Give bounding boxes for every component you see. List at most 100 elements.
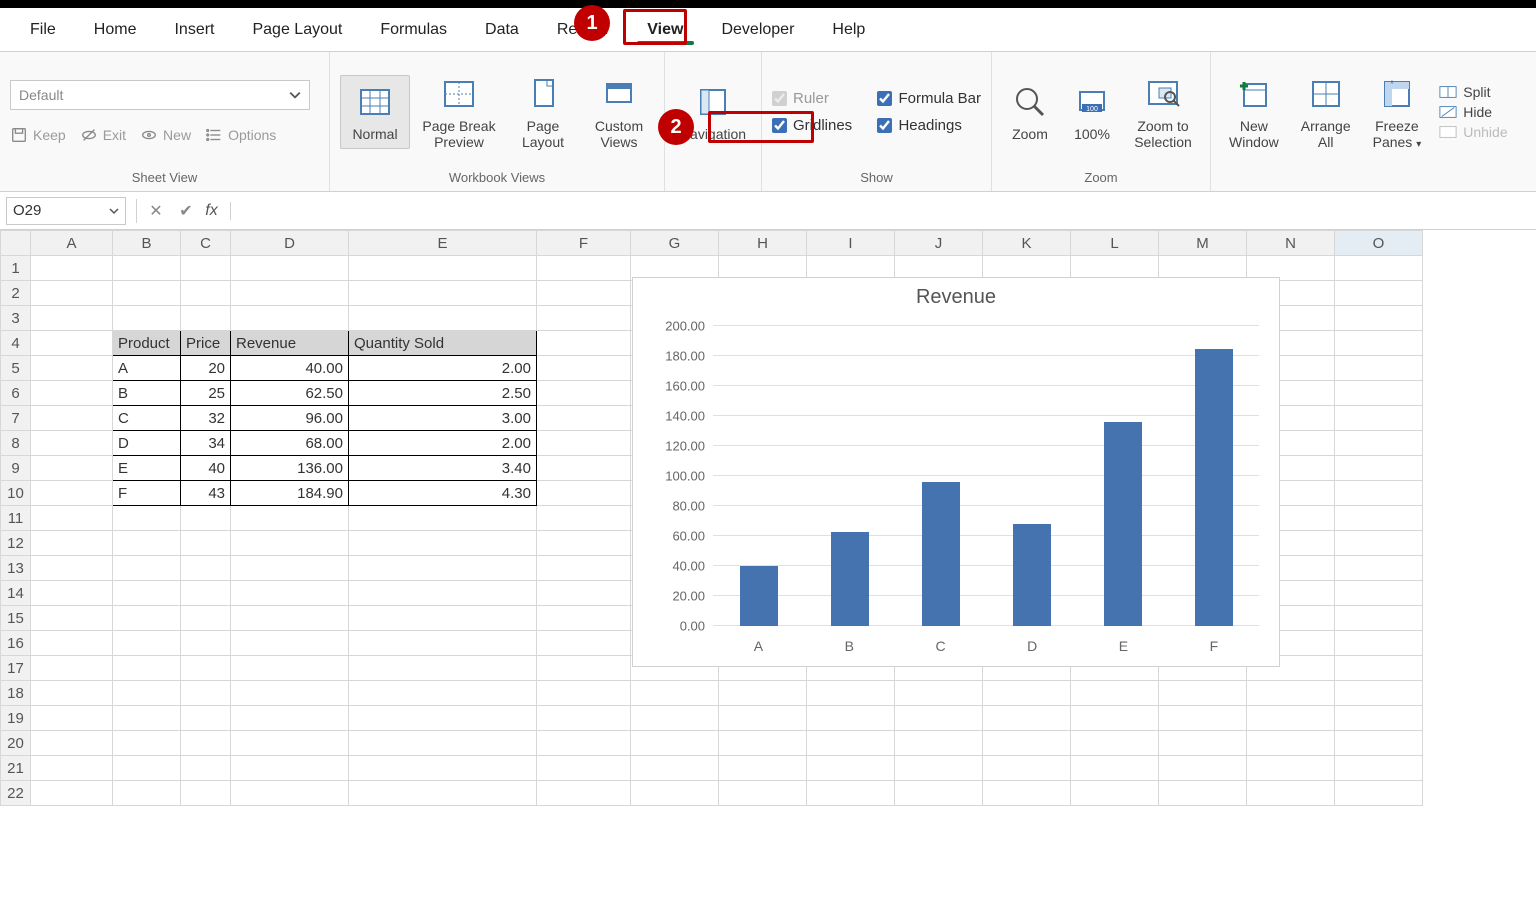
cell-B3[interactable] (113, 306, 181, 331)
cell-O20[interactable] (1335, 731, 1423, 756)
cell-G21[interactable] (631, 756, 719, 781)
cell-B21[interactable] (113, 756, 181, 781)
cell-A15[interactable] (31, 606, 113, 631)
cell-E19[interactable] (349, 706, 537, 731)
cell-N20[interactable] (1247, 731, 1335, 756)
embedded-chart[interactable]: Revenue 0.0020.0040.0060.0080.00100.0012… (632, 277, 1280, 667)
row-header-20[interactable]: 20 (1, 731, 31, 756)
col-header-F[interactable]: F (537, 231, 631, 256)
cell-B13[interactable] (113, 556, 181, 581)
cancel-formula-button[interactable]: ✕ (141, 201, 171, 221)
cell-F17[interactable] (537, 656, 631, 681)
col-header-B[interactable]: B (113, 231, 181, 256)
col-header-M[interactable]: M (1159, 231, 1247, 256)
tab-view[interactable]: View (629, 11, 701, 49)
cell-E3[interactable] (349, 306, 537, 331)
row-header-22[interactable]: 22 (1, 781, 31, 806)
name-box[interactable]: O29 (6, 197, 126, 225)
cell-E12[interactable] (349, 531, 537, 556)
cell-M18[interactable] (1159, 681, 1247, 706)
cell-F4[interactable] (537, 331, 631, 356)
cell-L19[interactable] (1071, 706, 1159, 731)
cell-G20[interactable] (631, 731, 719, 756)
page-break-preview-button[interactable]: Page Break Preview (416, 68, 502, 156)
col-header-I[interactable]: I (807, 231, 895, 256)
sheetview-options-button[interactable]: Options (205, 126, 276, 144)
cell-B8[interactable]: D (113, 431, 181, 456)
cell-J20[interactable] (895, 731, 983, 756)
row-header-9[interactable]: 9 (1, 456, 31, 481)
cell-D4[interactable]: Revenue (231, 331, 349, 356)
cell-D16[interactable] (231, 631, 349, 656)
cell-B19[interactable] (113, 706, 181, 731)
cell-K22[interactable] (983, 781, 1071, 806)
zoom-button[interactable]: Zoom (1002, 76, 1058, 148)
cell-A14[interactable] (31, 581, 113, 606)
cell-D10[interactable]: 184.90 (231, 481, 349, 506)
cell-F2[interactable] (537, 281, 631, 306)
cell-D11[interactable] (231, 506, 349, 531)
sheetview-new-button[interactable]: New (140, 126, 191, 144)
row-header-15[interactable]: 15 (1, 606, 31, 631)
cell-F10[interactable] (537, 481, 631, 506)
cell-B18[interactable] (113, 681, 181, 706)
cell-A4[interactable] (31, 331, 113, 356)
cell-B1[interactable] (113, 256, 181, 281)
tab-page-layout[interactable]: Page Layout (234, 11, 360, 49)
cell-A3[interactable] (31, 306, 113, 331)
col-header-L[interactable]: L (1071, 231, 1159, 256)
cell-L18[interactable] (1071, 681, 1159, 706)
cell-M20[interactable] (1159, 731, 1247, 756)
cell-A10[interactable] (31, 481, 113, 506)
col-header-A[interactable]: A (31, 231, 113, 256)
cell-O11[interactable] (1335, 506, 1423, 531)
cell-B2[interactable] (113, 281, 181, 306)
cell-O14[interactable] (1335, 581, 1423, 606)
cell-N19[interactable] (1247, 706, 1335, 731)
cell-E13[interactable] (349, 556, 537, 581)
cell-D1[interactable] (231, 256, 349, 281)
cell-B6[interactable]: B (113, 381, 181, 406)
worksheet[interactable]: ABCDEFGHIJKLMNO1234ProductPriceRevenueQu… (0, 230, 1536, 806)
cell-O9[interactable] (1335, 456, 1423, 481)
cell-A16[interactable] (31, 631, 113, 656)
row-header-16[interactable]: 16 (1, 631, 31, 656)
cell-A17[interactable] (31, 656, 113, 681)
cell-B9[interactable]: E (113, 456, 181, 481)
gridlines-checkbox[interactable]: Gridlines (772, 117, 852, 134)
cell-B10[interactable]: F (113, 481, 181, 506)
cell-D15[interactable] (231, 606, 349, 631)
cell-F16[interactable] (537, 631, 631, 656)
cell-C19[interactable] (181, 706, 231, 731)
cell-A12[interactable] (31, 531, 113, 556)
cell-L22[interactable] (1071, 781, 1159, 806)
row-header-11[interactable]: 11 (1, 506, 31, 531)
cell-O15[interactable] (1335, 606, 1423, 631)
cell-B20[interactable] (113, 731, 181, 756)
cell-O3[interactable] (1335, 306, 1423, 331)
cell-B4[interactable]: Product (113, 331, 181, 356)
cell-O2[interactable] (1335, 281, 1423, 306)
cell-E7[interactable]: 3.00 (349, 406, 537, 431)
cell-A1[interactable] (31, 256, 113, 281)
custom-views-button[interactable]: Custom Views (584, 68, 654, 156)
cell-I20[interactable] (807, 731, 895, 756)
cell-K18[interactable] (983, 681, 1071, 706)
formula-bar-checkbox[interactable]: Formula Bar (877, 90, 981, 107)
formula-input[interactable] (231, 197, 1536, 225)
cell-D17[interactable] (231, 656, 349, 681)
cell-F13[interactable] (537, 556, 631, 581)
row-header-7[interactable]: 7 (1, 406, 31, 431)
hide-button[interactable]: Hide (1439, 104, 1507, 120)
cell-F6[interactable] (537, 381, 631, 406)
cell-C20[interactable] (181, 731, 231, 756)
cell-E6[interactable]: 2.50 (349, 381, 537, 406)
cell-F21[interactable] (537, 756, 631, 781)
cell-I18[interactable] (807, 681, 895, 706)
cell-M19[interactable] (1159, 706, 1247, 731)
cell-C11[interactable] (181, 506, 231, 531)
cell-H21[interactable] (719, 756, 807, 781)
cell-D8[interactable]: 68.00 (231, 431, 349, 456)
col-header-K[interactable]: K (983, 231, 1071, 256)
cell-E17[interactable] (349, 656, 537, 681)
